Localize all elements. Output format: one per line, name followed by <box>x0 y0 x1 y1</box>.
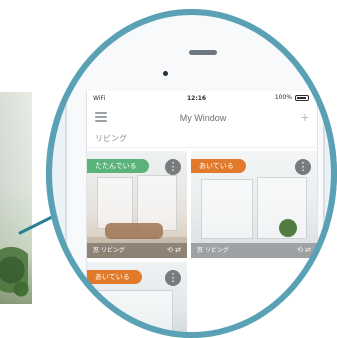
phone-top-bezel <box>65 13 325 93</box>
tile-footer-label: 窓 リビング <box>197 247 229 254</box>
phone-frame: WiFi 12:16 100% My Window + リビング たたんでいる … <box>65 13 325 338</box>
camera-tile-1[interactable]: たたんでいる ⋮ 窓 リビング ⟲ ⇄ <box>87 151 187 258</box>
phone-speaker <box>189 50 217 55</box>
empty-tile <box>191 262 317 338</box>
status-right: 100% <box>275 94 309 101</box>
tile-footer-icons: ⟲ ⇄ <box>297 246 311 254</box>
window-image <box>201 179 253 239</box>
screenshot-stage: WiFi 12:16 100% My Window + リビング たたんでいる … <box>0 0 337 338</box>
background-shadow <box>0 92 32 304</box>
tile-footer-icons: ⟲ ⇄ <box>167 246 181 254</box>
tile-footer: 窓 リビング ⟲ ⇄ <box>87 243 187 258</box>
divider <box>87 147 317 148</box>
page-title: My Window <box>179 113 227 123</box>
more-button[interactable]: ⋮ <box>165 159 181 175</box>
camera-tile-2[interactable]: あいている ⋮ 窓 リビング ⟲ ⇄ <box>191 151 317 258</box>
more-button[interactable]: ⋮ <box>165 270 181 286</box>
menu-line <box>95 112 107 114</box>
tile-footer: 窓 リビング ⟲ ⇄ <box>191 243 317 258</box>
status-badge: あいている <box>191 159 246 173</box>
phone-screen: WiFi 12:16 100% My Window + リビング たたんでいる … <box>86 91 318 338</box>
plus-icon[interactable]: + <box>301 110 309 124</box>
status-badge: たたんでいる <box>87 159 149 173</box>
status-bar: WiFi 12:16 100% <box>87 91 317 105</box>
window-image <box>97 177 133 229</box>
menu-line <box>95 116 107 118</box>
status-time: 12:16 <box>187 95 207 102</box>
plant-image <box>279 219 297 237</box>
section-label: リビング <box>95 134 127 143</box>
menu-icon[interactable] <box>95 112 107 122</box>
nav-bar: My Window + <box>87 105 317 129</box>
menu-line <box>95 120 107 122</box>
more-button[interactable]: ⋮ <box>295 159 311 175</box>
background-room-photo <box>0 92 32 304</box>
battery-percent: 100% <box>274 94 292 101</box>
battery-icon <box>295 94 309 101</box>
status-left: WiFi <box>93 95 106 102</box>
camera-tile-3[interactable]: あいている ⋮ <box>87 262 187 338</box>
magnifier-circle: WiFi 12:16 100% My Window + リビング たたんでいる … <box>46 9 337 338</box>
status-badge: あいている <box>87 270 142 284</box>
phone-camera <box>163 71 168 76</box>
tile-footer-label: 窓 リビング <box>93 247 125 254</box>
plant-image <box>101 320 121 338</box>
